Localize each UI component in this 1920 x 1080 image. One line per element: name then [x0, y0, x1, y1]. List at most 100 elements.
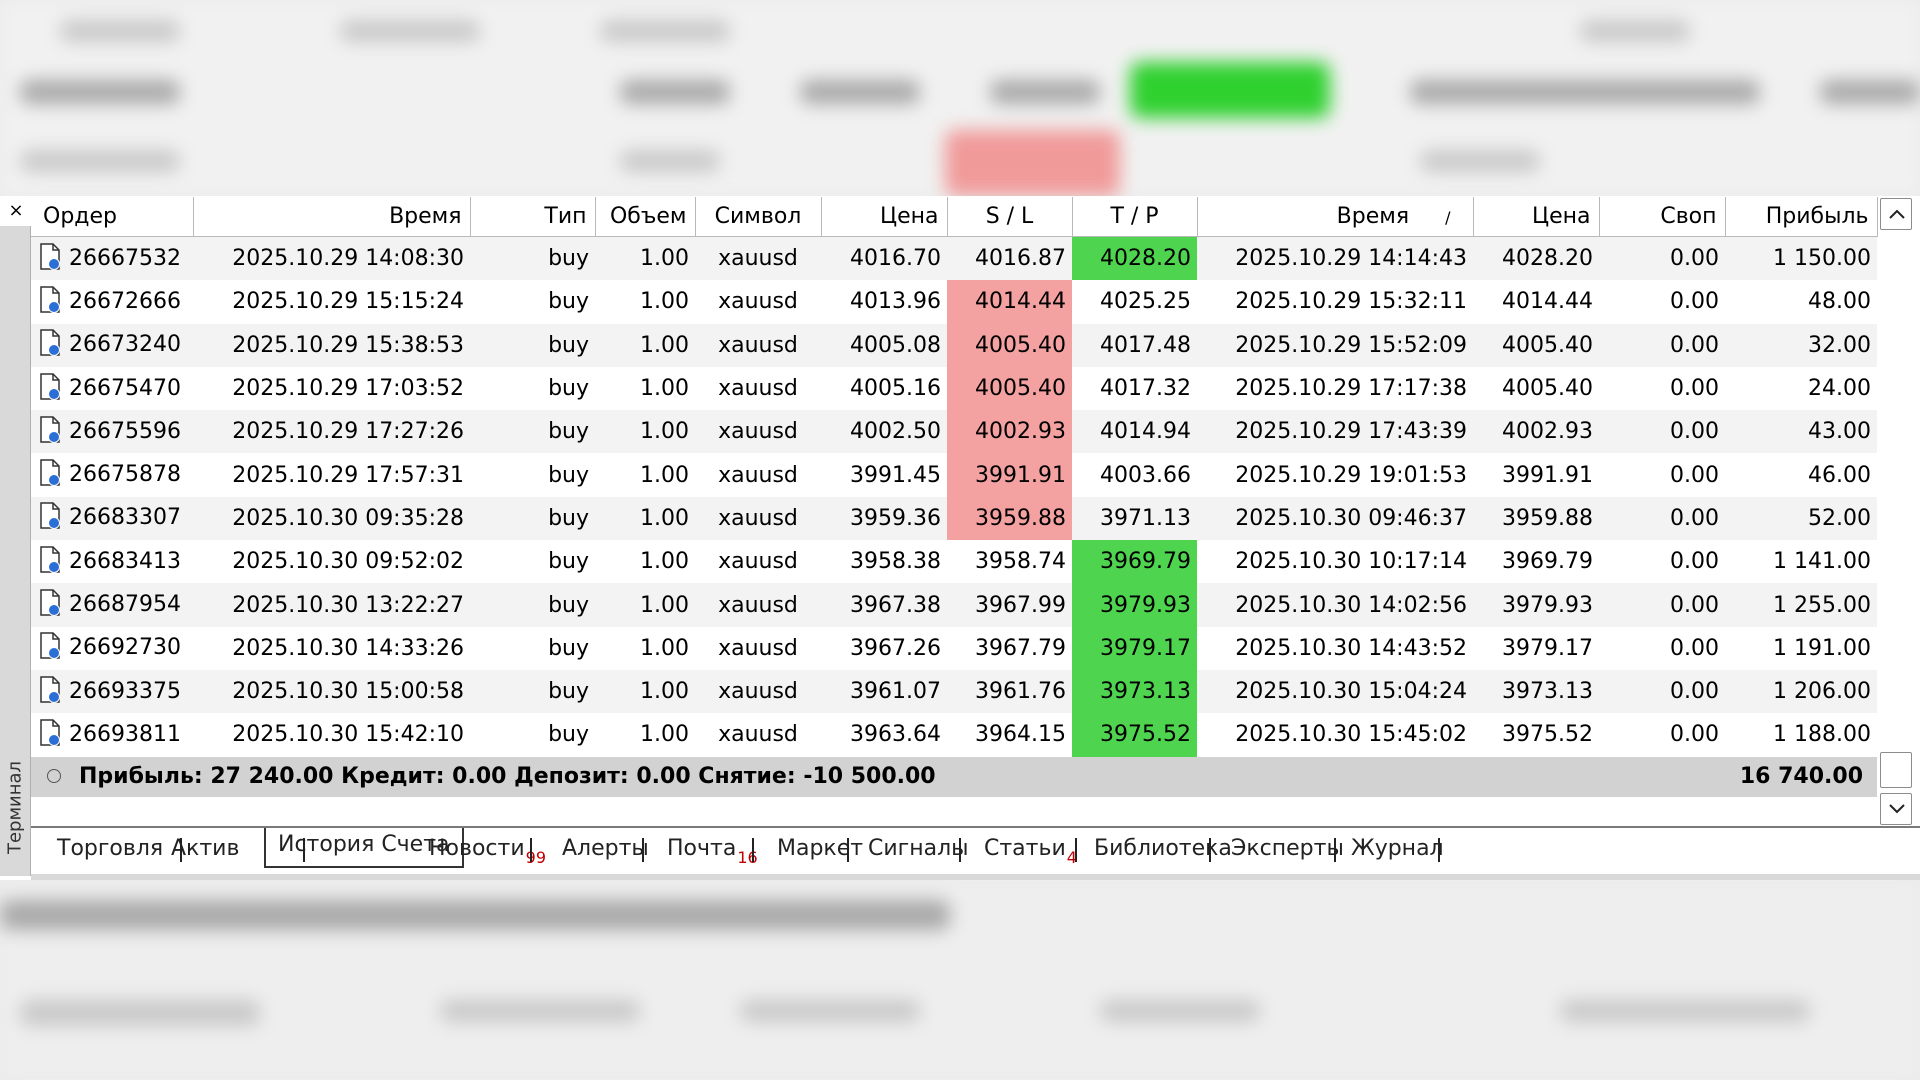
table-row[interactable]: 26693811 2025.10.30 15:42:10 buy 1.00 xauusd…: [31, 713, 1877, 757]
col-header-order[interactable]: Ордер: [31, 197, 194, 237]
col-header-type[interactable]: Тип: [470, 197, 596, 237]
tab-label: Сигналы: [868, 836, 969, 861]
col-header-profit[interactable]: Прибыль: [1725, 197, 1878, 237]
col-header-symbol[interactable]: Символ: [695, 197, 822, 237]
table-row[interactable]: 26675878 2025.10.29 17:57:31 buy 1.00 xauusd…: [31, 453, 1877, 497]
table-row[interactable]: 26672666 2025.10.29 15:15:24 buy 1.00 xauusd…: [31, 280, 1877, 324]
sl-cell: 3959.88: [947, 496, 1072, 541]
profit-cell: 1 206.00: [1725, 669, 1877, 714]
col-header-open-time[interactable]: Время: [193, 197, 471, 237]
col-header-sl[interactable]: S / L: [947, 197, 1073, 237]
close-time-cell: 2025.10.30 15:45:02: [1197, 713, 1473, 757]
swap-cell: 0.00: [1599, 713, 1725, 757]
tab-separator: [303, 838, 305, 862]
tabbar-bottom-edge: [31, 874, 1920, 880]
tab-10[interactable]: Эксперты: [1231, 832, 1344, 866]
tab-5[interactable]: Почта16: [667, 832, 758, 867]
circle-bullet-icon: [47, 769, 61, 783]
volume-cell: 1.00: [595, 583, 695, 627]
col-header-open-price[interactable]: Цена: [821, 197, 948, 237]
profit-cell: 48.00: [1725, 280, 1877, 324]
table-row[interactable]: 26683307 2025.10.30 09:35:28 buy 1.00 xauusd…: [31, 496, 1877, 541]
table-row[interactable]: 26673240 2025.10.29 15:38:53 buy 1.00 xauusd…: [31, 323, 1877, 367]
tab-4[interactable]: Алерты: [562, 832, 649, 866]
order-cell: 26687954: [31, 583, 193, 627]
tab-badge: 99: [525, 848, 546, 867]
symbol-cell: xauusd: [695, 236, 821, 281]
volume-cell: 1.00: [595, 540, 695, 584]
order-number: 26693811: [69, 721, 181, 747]
profit-cell: 32.00: [1725, 323, 1877, 367]
order-number: 26667532: [69, 245, 181, 271]
close-icon[interactable]: ×: [4, 200, 28, 222]
tp-cell: 4014.94: [1072, 410, 1197, 454]
order-number: 26675470: [69, 375, 181, 401]
account-history-table: Ордер Время Тип Объем Символ Цена S / L …: [31, 197, 1878, 757]
open-time-cell: 2025.10.29 17:27:26: [193, 410, 470, 454]
open-time-cell: 2025.10.30 14:33:26: [193, 626, 470, 670]
sl-cell: 3964.15: [947, 713, 1072, 757]
order-number: 26692730: [69, 635, 181, 661]
close-time-cell: 2025.10.29 17:17:38: [1197, 366, 1473, 411]
chevron-up-icon[interactable]: [1880, 198, 1912, 230]
type-cell: buy: [470, 626, 595, 670]
tab-8[interactable]: Статьи4: [984, 832, 1077, 867]
close-price-cell: 4005.40: [1473, 366, 1599, 411]
order-number: 26673240: [69, 332, 181, 358]
open-time-cell: 2025.10.30 09:35:28: [193, 496, 470, 541]
col-header-tp[interactable]: T / P: [1072, 197, 1198, 237]
col-header-swap[interactable]: Своп: [1599, 197, 1726, 237]
tab-3[interactable]: Новости99: [429, 832, 546, 867]
tab-6[interactable]: Маркет: [777, 832, 863, 866]
closed-order-doc-icon: [39, 372, 61, 401]
close-time-cell: 2025.10.30 14:02:56: [1197, 583, 1473, 627]
open-time-cell: 2025.10.29 17:57:31: [193, 453, 470, 497]
order-cell: 26675470: [31, 366, 193, 411]
order-number: 26675878: [69, 462, 181, 488]
col-header-volume[interactable]: Объем: [595, 197, 696, 237]
close-price-cell: 4002.93: [1473, 410, 1599, 454]
table-row[interactable]: 26675596 2025.10.29 17:27:26 buy 1.00 xauusd…: [31, 410, 1877, 454]
tab-label: Торговля: [57, 836, 164, 861]
order-cell: 26693811: [31, 713, 193, 757]
close-price-cell: 4014.44: [1473, 280, 1599, 324]
closed-order-doc-icon: [39, 719, 61, 747]
table-row[interactable]: 26687954 2025.10.30 13:22:27 buy 1.00 xauusd…: [31, 583, 1877, 627]
table-row[interactable]: 26683413 2025.10.30 09:52:02 buy 1.00 xauusd…: [31, 540, 1877, 584]
col-header-close-time[interactable]: Время /: [1197, 197, 1474, 237]
terminal-side-strip: Терминал: [0, 226, 31, 876]
tab-11[interactable]: Журнал: [1351, 832, 1444, 866]
table-row[interactable]: 26693375 2025.10.30 15:00:58 buy 1.00 xauusd…: [31, 669, 1877, 714]
swap-cell: 0.00: [1599, 583, 1725, 627]
tab-separator: [180, 838, 182, 862]
order-number: 26672666: [69, 288, 181, 314]
close-price-cell: 3991.91: [1473, 453, 1599, 497]
sl-cell: 4014.44: [947, 280, 1072, 324]
tab-7[interactable]: Сигналы: [868, 832, 969, 866]
scrollbar-thumb[interactable]: [1880, 752, 1912, 788]
chevron-down-icon[interactable]: [1880, 793, 1912, 825]
type-cell: buy: [470, 669, 595, 714]
sl-cell: 3958.74: [947, 540, 1072, 584]
symbol-cell: xauusd: [695, 453, 821, 497]
open-price-cell: 4005.08: [821, 323, 947, 367]
table-row[interactable]: 26667532 2025.10.29 14:08:30 buy 1.00 xauusd…: [31, 236, 1877, 281]
tp-cell: 3971.13: [1072, 496, 1197, 541]
tab-label: Новости: [429, 836, 525, 861]
table-row[interactable]: 26692730 2025.10.30 14:33:26 buy 1.00 xauusd…: [31, 626, 1877, 670]
close-time-cell: 2025.10.29 14:14:43: [1197, 236, 1473, 281]
scrollbar-track[interactable]: [1880, 232, 1912, 752]
tab-separator: [1438, 838, 1440, 862]
profit-cell: 1 255.00: [1725, 583, 1877, 627]
type-cell: buy: [470, 453, 595, 497]
col-header-close-price[interactable]: Цена: [1473, 197, 1600, 237]
swap-cell: 0.00: [1599, 366, 1725, 411]
tab-badge: 16: [737, 848, 758, 867]
tp-cell: 3973.13: [1072, 669, 1197, 714]
close-price-cell: 3979.17: [1473, 626, 1599, 670]
tp-cell: 4017.32: [1072, 366, 1197, 411]
tab-9[interactable]: Библиотека: [1094, 832, 1232, 866]
table-row[interactable]: 26675470 2025.10.29 17:03:52 buy 1.00 xauusd…: [31, 366, 1877, 411]
tab-0[interactable]: Торговля: [57, 832, 163, 866]
tab-label: Библиотека: [1094, 836, 1232, 861]
